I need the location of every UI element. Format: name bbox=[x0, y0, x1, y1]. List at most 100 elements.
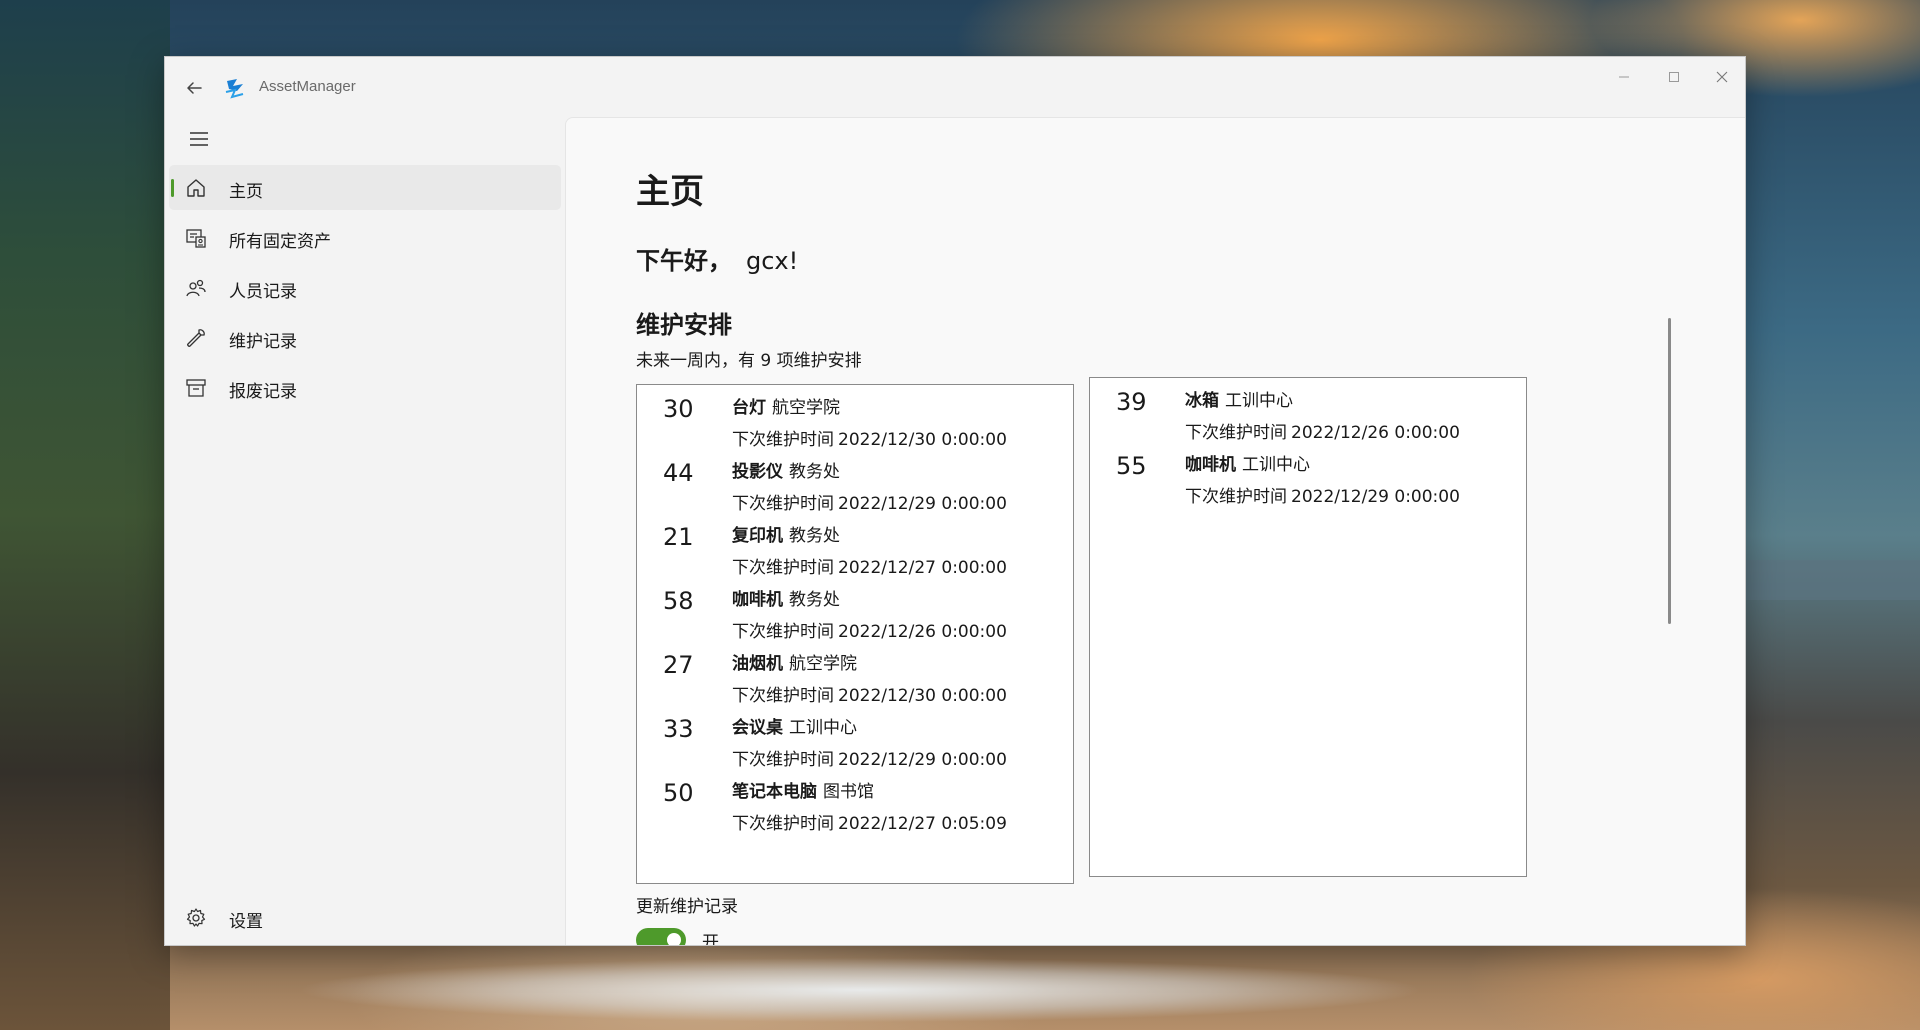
title-bar: AssetManager bbox=[165, 57, 1745, 117]
next-maintenance-label: 下次维护时间 bbox=[732, 814, 834, 834]
maintenance-section-title: 维护安排 bbox=[636, 311, 732, 339]
nav-item-label: 维护记录 bbox=[229, 332, 297, 352]
minimize-button[interactable] bbox=[1601, 63, 1647, 91]
next-maintenance-date: 2022/12/27 0:00:00 bbox=[838, 558, 1007, 578]
next-maintenance-date: 2022/12/29 0:00:00 bbox=[838, 494, 1007, 514]
nav-item-disposal[interactable]: 报废记录 bbox=[169, 365, 561, 410]
next-maintenance-label: 下次维护时间 bbox=[732, 430, 834, 450]
desktop-wallpaper-left bbox=[0, 0, 170, 1030]
list-item[interactable]: 39 冰箱 工训中心 下次维护时间 2022/12/26 0:00:00 bbox=[1090, 378, 1526, 443]
main-content: 主页 下午好， gcx! 维护安排 未来一周内，有 9 项维护安排 30 台灯 航空… bbox=[565, 117, 1745, 945]
nav-item-label: 所有固定资产 bbox=[229, 232, 331, 252]
asset-department: 教务处 bbox=[789, 462, 840, 482]
menu-toggle-button[interactable] bbox=[183, 123, 215, 155]
desktop-wallpaper-foam bbox=[160, 950, 1660, 1030]
asset-name: 咖啡机 bbox=[1185, 455, 1236, 475]
asset-id: 30 bbox=[663, 395, 694, 423]
nav-item-people[interactable]: 人员记录 bbox=[169, 265, 561, 310]
list-item[interactable]: 30 台灯 航空学院 下次维护时间 2022/12/30 0:00:00 bbox=[637, 385, 1073, 450]
nav-pane: 主页 所有固定资产 人员记录 维护记录 报废记录 bbox=[169, 165, 561, 415]
next-maintenance-date: 2022/12/29 0:00:00 bbox=[1291, 487, 1460, 507]
asset-name: 咖啡机 bbox=[732, 590, 783, 610]
next-maintenance-date: 2022/12/29 0:00:00 bbox=[838, 750, 1007, 770]
user-name: gcx! bbox=[746, 247, 799, 275]
nav-item-label: 报废记录 bbox=[229, 382, 297, 402]
asset-department: 工训中心 bbox=[1242, 455, 1310, 475]
home-icon bbox=[187, 179, 205, 197]
maintenance-summary: 未来一周内，有 9 项维护安排 bbox=[636, 351, 862, 371]
maintenance-list-right[interactable]: 39 冰箱 工训中心 下次维护时间 2022/12/26 0:00:00 55 咖啡… bbox=[1089, 377, 1527, 877]
next-maintenance-date: 2022/12/30 0:00:00 bbox=[838, 430, 1007, 450]
page-title: 主页 bbox=[636, 172, 704, 212]
nav-item-maintenance[interactable]: 维护记录 bbox=[169, 315, 561, 360]
asset-department: 航空学院 bbox=[772, 398, 840, 418]
list-item[interactable]: 44 投影仪 教务处 下次维护时间 2022/12/29 0:00:00 bbox=[637, 449, 1073, 514]
next-maintenance-label: 下次维护时间 bbox=[1185, 487, 1287, 507]
gear-icon bbox=[186, 908, 206, 927]
people-icon bbox=[186, 279, 206, 297]
asset-department: 教务处 bbox=[789, 590, 840, 610]
asset-name: 复印机 bbox=[732, 526, 783, 546]
list-item[interactable]: 50 笔记本电脑 图书馆 下次维护时间 2022/12/27 0:05:09 bbox=[637, 769, 1073, 834]
asset-name: 会议桌 bbox=[732, 718, 783, 738]
asset-id: 33 bbox=[663, 715, 694, 743]
list-item[interactable]: 55 咖啡机 工训中心 下次维护时间 2022/12/29 0:00:00 bbox=[1090, 442, 1526, 507]
next-maintenance-label: 下次维护时间 bbox=[732, 622, 834, 642]
maximize-icon bbox=[1669, 72, 1679, 82]
asset-id: 39 bbox=[1116, 388, 1147, 416]
vertical-scrollbar[interactable] bbox=[1668, 318, 1671, 624]
nav-item-label: 主页 bbox=[229, 182, 263, 202]
arrow-left-icon bbox=[187, 82, 202, 94]
list-item[interactable]: 21 复印机 教务处 下次维护时间 2022/12/27 0:00:00 bbox=[637, 513, 1073, 578]
app-window: AssetManager 主页 所有固定资产 人员记录 维护记录 报废记录 设置… bbox=[164, 56, 1746, 946]
greeting-text: 下午好， bbox=[636, 247, 732, 275]
list-item[interactable]: 27 油烟机 航空学院 下次维护时间 2022/12/30 0:00:00 bbox=[637, 641, 1073, 706]
asset-id: 58 bbox=[663, 587, 694, 615]
asset-register-icon bbox=[186, 229, 206, 248]
next-maintenance-date: 2022/12/30 0:00:00 bbox=[838, 686, 1007, 706]
close-button[interactable] bbox=[1699, 63, 1745, 91]
nav-item-label: 人员记录 bbox=[229, 282, 297, 302]
toggle-knob bbox=[667, 933, 681, 945]
asset-department: 工训中心 bbox=[789, 718, 857, 738]
archive-icon bbox=[186, 379, 206, 397]
next-maintenance-label: 下次维护时间 bbox=[732, 686, 834, 706]
asset-name: 台灯 bbox=[732, 398, 766, 418]
next-maintenance-date: 2022/12/27 0:05:09 bbox=[838, 814, 1007, 834]
app-logo-icon bbox=[225, 79, 244, 99]
app-title: AssetManager bbox=[259, 78, 356, 95]
list-item[interactable]: 58 咖啡机 教务处 下次维护时间 2022/12/26 0:00:00 bbox=[637, 577, 1073, 642]
asset-name: 冰箱 bbox=[1185, 391, 1219, 411]
nav-item-home[interactable]: 主页 bbox=[169, 165, 561, 210]
next-maintenance-date: 2022/12/26 0:00:00 bbox=[838, 622, 1007, 642]
list-item[interactable]: 33 会议桌 工训中心 下次维护时间 2022/12/29 0:00:00 bbox=[637, 705, 1073, 770]
nav-item-assets[interactable]: 所有固定资产 bbox=[169, 215, 561, 260]
maximize-button[interactable] bbox=[1651, 63, 1697, 91]
asset-id: 55 bbox=[1116, 452, 1147, 480]
desktop-wallpaper-sea bbox=[1745, 560, 1920, 600]
next-maintenance-label: 下次维护时间 bbox=[732, 494, 834, 514]
update-maintenance-toggle[interactable] bbox=[636, 928, 686, 945]
next-maintenance-date: 2022/12/26 0:00:00 bbox=[1291, 423, 1460, 443]
next-maintenance-label: 下次维护时间 bbox=[732, 558, 834, 578]
update-maintenance-label: 更新维护记录 bbox=[636, 897, 738, 917]
asset-id: 21 bbox=[663, 523, 694, 551]
back-button[interactable] bbox=[179, 73, 209, 103]
hamburger-icon bbox=[190, 132, 208, 146]
minimize-icon bbox=[1619, 76, 1629, 78]
asset-name: 笔记本电脑 bbox=[732, 782, 817, 802]
asset-id: 50 bbox=[663, 779, 694, 807]
close-icon bbox=[1716, 71, 1728, 83]
asset-department: 图书馆 bbox=[823, 782, 874, 802]
asset-department: 教务处 bbox=[789, 526, 840, 546]
next-maintenance-label: 下次维护时间 bbox=[732, 750, 834, 770]
asset-id: 27 bbox=[663, 651, 694, 679]
toggle-state-label: 开 bbox=[702, 933, 719, 946]
nav-item-label: 设置 bbox=[229, 912, 263, 932]
maintenance-list-left[interactable]: 30 台灯 航空学院 下次维护时间 2022/12/30 0:00:00 44 投影… bbox=[636, 384, 1074, 884]
nav-item-settings[interactable]: 设置 bbox=[169, 895, 561, 940]
asset-name: 油烟机 bbox=[732, 654, 783, 674]
asset-department: 工训中心 bbox=[1225, 391, 1293, 411]
asset-department: 航空学院 bbox=[789, 654, 857, 674]
wrench-icon bbox=[187, 329, 205, 347]
